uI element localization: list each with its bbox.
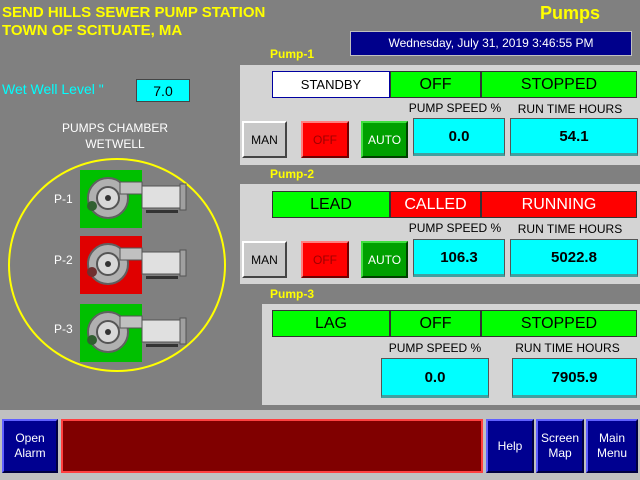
pump-1-man-button[interactable]: MAN <box>242 121 287 158</box>
pump-2-off-button[interactable]: OFF <box>301 241 349 278</box>
pump-1-runtime-header: RUN TIME HOURS <box>517 102 623 116</box>
pump-3-speed-header: PUMP SPEED % <box>388 341 482 355</box>
pump-2-title: Pump-2 <box>270 167 315 181</box>
pumps-chamber-label: PUMPS CHAMBER WETWELL <box>40 120 190 152</box>
station-subtitle: TOWN OF SCITUATE, MA <box>2 22 183 39</box>
pump-3-call-status: OFF <box>390 310 481 337</box>
pump-3-speed-value: 0.0 <box>381 358 489 398</box>
pump-2-runtime-value: 5022.8 <box>510 239 638 277</box>
pump-icon-label-2: P-2 <box>54 253 73 267</box>
chamber-line2: WETWELL <box>85 137 145 151</box>
pump-2-icon[interactable] <box>80 236 210 299</box>
pump-2-call-status: CALLED <box>390 191 481 218</box>
open-alarm-button[interactable]: Open Alarm <box>2 419 58 473</box>
pump-1-runtime-value: 54.1 <box>510 118 638 156</box>
wet-well-label: Wet Well Level " <box>2 81 104 97</box>
alarm-banner <box>61 419 483 473</box>
screen-map-button[interactable]: Screen Map <box>536 419 584 473</box>
pump-2-speed-value: 106.3 <box>413 239 505 277</box>
pump-1-speed-header: PUMP SPEED % <box>408 101 502 115</box>
pump-1-title: Pump-1 <box>270 47 315 61</box>
station-title: SEND HILLS SEWER PUMP STATION <box>2 4 266 21</box>
pump-2-runtime-header: RUN TIME HOURS <box>517 222 623 236</box>
pump-3-role: LAG <box>272 310 390 337</box>
pump-icon-label-1: P-1 <box>54 192 73 206</box>
pump-3-runtime-header: RUN TIME HOURS <box>515 341 620 355</box>
pump-1-role: STANDBY <box>272 71 390 98</box>
pump-icon-label-3: P-3 <box>54 322 73 336</box>
pump-1-run-status: STOPPED <box>481 71 637 98</box>
screen-title: Pumps <box>540 3 601 23</box>
pump-2-auto-button[interactable]: AUTO <box>361 241 408 278</box>
pump-2-speed-header: PUMP SPEED % <box>408 221 502 235</box>
pump-3-title: Pump-3 <box>270 287 315 301</box>
pump-2-role: LEAD <box>272 191 390 218</box>
help-button[interactable]: Help <box>486 419 534 473</box>
pump-3-run-status: STOPPED <box>481 310 637 337</box>
chamber-line1: PUMPS CHAMBER <box>61 121 168 135</box>
pump-2-man-button[interactable]: MAN <box>242 241 287 278</box>
main-menu-button[interactable]: Main Menu <box>586 419 638 473</box>
pump-1-speed-value: 0.0 <box>413 118 505 156</box>
pump-1-icon[interactable] <box>80 170 210 233</box>
datetime-display: Wednesday, July 31, 2019 3:46:55 PM <box>350 31 632 56</box>
pump-3-runtime-value: 7905.9 <box>512 358 637 398</box>
pump-1-call-status: OFF <box>390 71 481 98</box>
wet-well-value: 7.0 <box>136 79 190 102</box>
pump-1-off-button[interactable]: OFF <box>301 121 349 158</box>
pump-1-auto-button[interactable]: AUTO <box>361 121 408 158</box>
pump-icons: P-1 P-2 P-3 <box>30 170 200 362</box>
pump-2-run-status: RUNNING <box>481 191 637 218</box>
pump-3-icon[interactable] <box>80 304 210 367</box>
